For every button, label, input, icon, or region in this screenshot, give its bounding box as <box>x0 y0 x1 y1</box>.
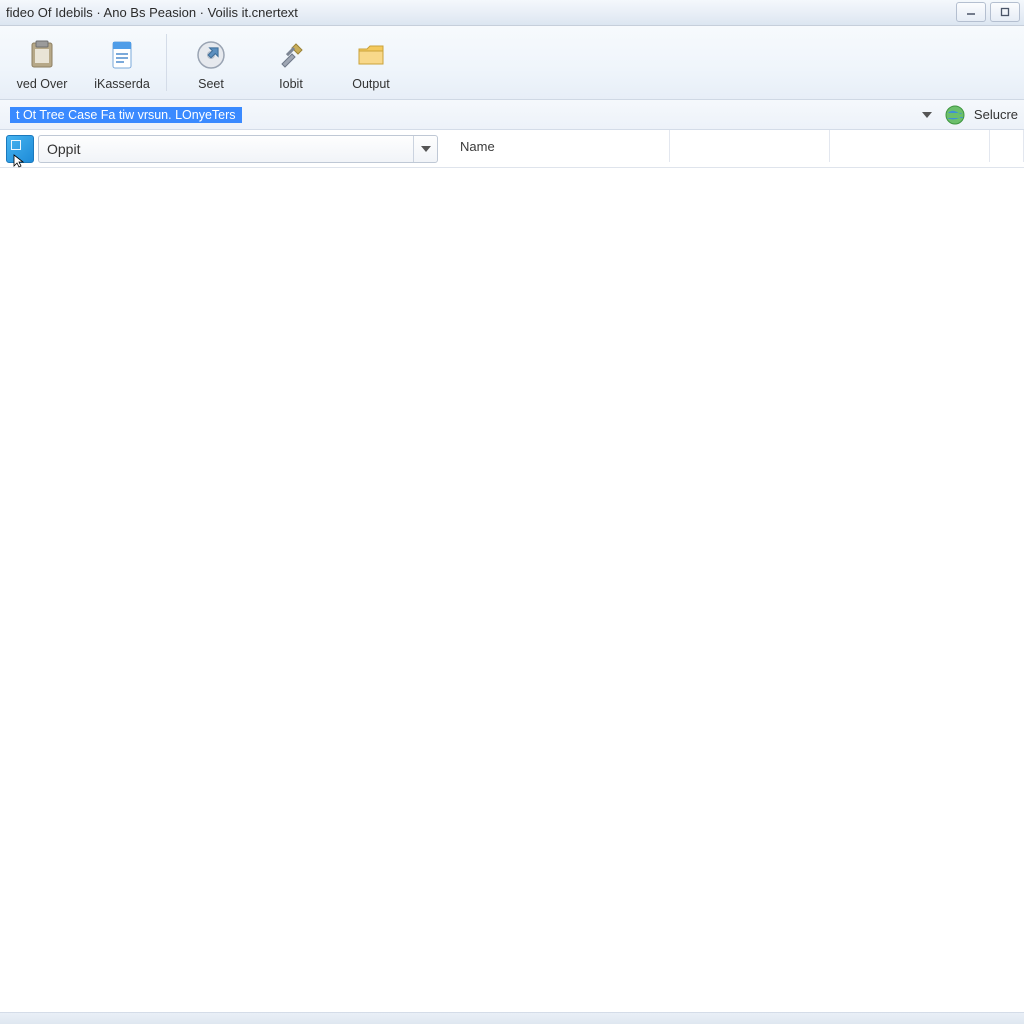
path-dropdown-arrow[interactable] <box>918 106 936 124</box>
toolbar-separator <box>166 34 167 91</box>
app-tile-icon[interactable] <box>6 135 34 163</box>
toolbar-button-iobit[interactable]: Iobit <box>251 26 331 99</box>
column-header-2[interactable] <box>670 130 830 162</box>
toolbar-button-seet[interactable]: Seet <box>171 26 251 99</box>
status-bar <box>0 1012 1024 1024</box>
path-selected-text: t Ot Tree Case Fa tiw vrsun. LOnyeTers <box>10 107 242 123</box>
toolbar-button-output[interactable]: Output <box>331 26 411 99</box>
column-header-4[interactable] <box>990 130 1024 162</box>
document-blue-icon <box>102 35 142 75</box>
globe-icon[interactable] <box>944 104 966 126</box>
list-view[interactable] <box>0 168 1024 1012</box>
disc-arrow-icon <box>191 35 231 75</box>
toolbar-button-label: Iobit <box>279 77 303 91</box>
window-controls <box>956 2 1020 22</box>
toolbar-button-kasserda[interactable]: iKasserda <box>82 26 162 99</box>
maximize-button[interactable] <box>990 2 1020 22</box>
column-header-label: Name <box>460 139 495 154</box>
path-field[interactable]: t Ot Tree Case Fa tiw vrsun. LOnyeTers <box>6 104 910 126</box>
toolbar-button-label: Seet <box>198 77 224 91</box>
minimize-button[interactable] <box>956 2 986 22</box>
column-header-name[interactable]: Name <box>450 130 670 162</box>
secure-label[interactable]: Selucre <box>974 107 1018 122</box>
toolbar-button-label: ved Over <box>17 77 68 91</box>
content-area <box>0 168 1024 1012</box>
chevron-down-icon[interactable] <box>413 136 437 162</box>
tools-icon <box>271 35 311 75</box>
cursor-icon <box>13 154 25 168</box>
path-bar: t Ot Tree Case Fa tiw vrsun. LOnyeTers S… <box>0 100 1024 130</box>
window-title: fideo Of Idebils · Ano Bs Peasion · Voil… <box>6 5 1018 20</box>
column-header-3[interactable] <box>830 130 990 162</box>
main-toolbar: ved Over iKasserda Seet Iobit Output <box>0 26 1024 100</box>
column-headers: Name <box>450 130 1024 162</box>
title-bar: fideo Of Idebils · Ano Bs Peasion · Voil… <box>0 0 1024 26</box>
clipboard-icon <box>22 35 62 75</box>
toolbar-button-label: Output <box>352 77 390 91</box>
filter-combo-value: Oppit <box>39 141 413 157</box>
toolbar-button-label: iKasserda <box>94 77 150 91</box>
folder-icon <box>351 35 391 75</box>
filter-combo[interactable]: Oppit <box>38 135 438 163</box>
toolbar-button-over[interactable]: ved Over <box>2 26 82 99</box>
